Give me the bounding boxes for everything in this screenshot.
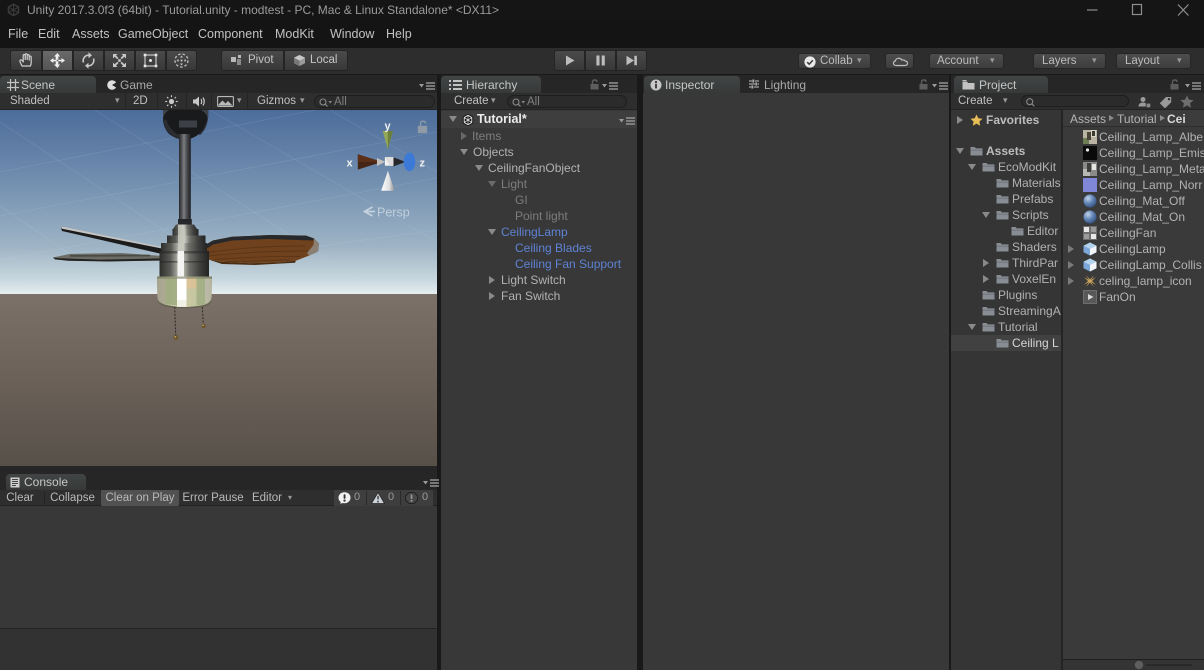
- svg-text:x: x: [347, 158, 354, 170]
- svg-text:z: z: [420, 158, 426, 170]
- svg-text:y: y: [385, 121, 392, 133]
- svg-text:Persp: Persp: [377, 206, 410, 220]
